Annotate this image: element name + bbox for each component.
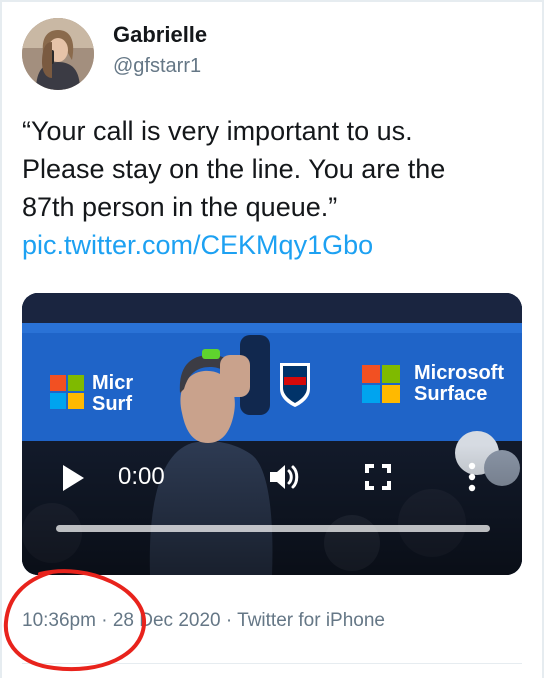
avatar[interactable] <box>22 18 94 90</box>
play-button[interactable] <box>60 463 86 493</box>
sponsor-text-line: Micr <box>92 372 134 394</box>
tweet-text-line: 87th person in the queue.” <box>22 192 338 222</box>
sponsor-text-line: Surf <box>92 393 132 415</box>
bottom-divider <box>22 663 522 664</box>
sponsor-text-right: Microsoft Surface <box>414 363 504 405</box>
volume-icon <box>270 465 299 489</box>
tweet-date[interactable]: 28 Dec 2020 <box>113 610 221 631</box>
more-vertical-icon <box>468 462 476 492</box>
volume-button[interactable] <box>267 460 301 494</box>
progress-bar[interactable] <box>56 525 490 532</box>
tweet-metadata: 10:36pm · 28 Dec 2020 · Twitter for iPho… <box>22 610 385 632</box>
play-icon <box>63 465 84 491</box>
fullscreen-icon <box>365 464 391 490</box>
tweet-text-line: Please stay on the line. You are the <box>22 154 446 184</box>
left-border <box>0 0 2 678</box>
avatar-image <box>22 18 94 90</box>
top-divider <box>0 0 544 2</box>
user-handle[interactable]: @gfstarr1 <box>113 55 201 78</box>
tweet-source[interactable]: Twitter for iPhone <box>237 610 385 631</box>
media-link[interactable]: pic.twitter.com/CEKMqy1Gbo <box>22 226 522 264</box>
tweet-text-line: “Your call is very important to us. <box>22 116 413 146</box>
tweet-card: Gabrielle @gfstarr1 “Your call is very i… <box>0 0 544 678</box>
fullscreen-button[interactable] <box>365 464 391 490</box>
tweet-text: “Your call is very important to us. Plea… <box>22 112 522 264</box>
tweet-time[interactable]: 10:36pm <box>22 610 96 631</box>
more-options-button[interactable] <box>462 460 482 494</box>
meta-separator: · <box>101 610 108 631</box>
sponsor-text-line: Surface <box>414 383 488 405</box>
sponsor-text-line: Microsoft <box>414 362 504 384</box>
display-name[interactable]: Gabrielle <box>113 22 207 48</box>
meta-separator: · <box>225 610 233 631</box>
sponsor-text-left: Micr Surf <box>92 373 133 415</box>
playback-time: 0:00 <box>118 463 165 490</box>
video-player[interactable]: Micr Surf Microsoft Surface 0:00 <box>22 293 522 575</box>
